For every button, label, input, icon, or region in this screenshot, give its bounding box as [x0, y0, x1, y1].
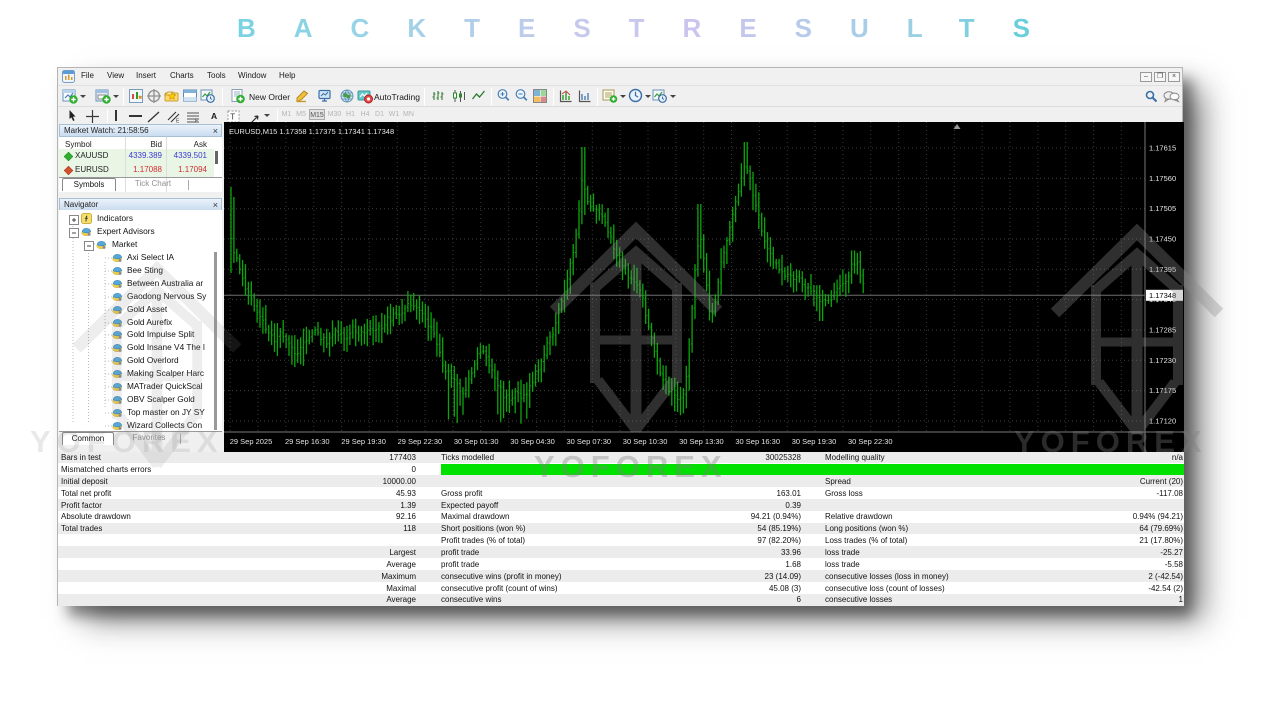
svg-text:YOFOREX: YOFOREX	[30, 424, 224, 459]
svg-text:YOFOREX: YOFOREX	[534, 449, 728, 484]
svg-text:YOFOREX: YOFOREX	[1014, 424, 1208, 459]
